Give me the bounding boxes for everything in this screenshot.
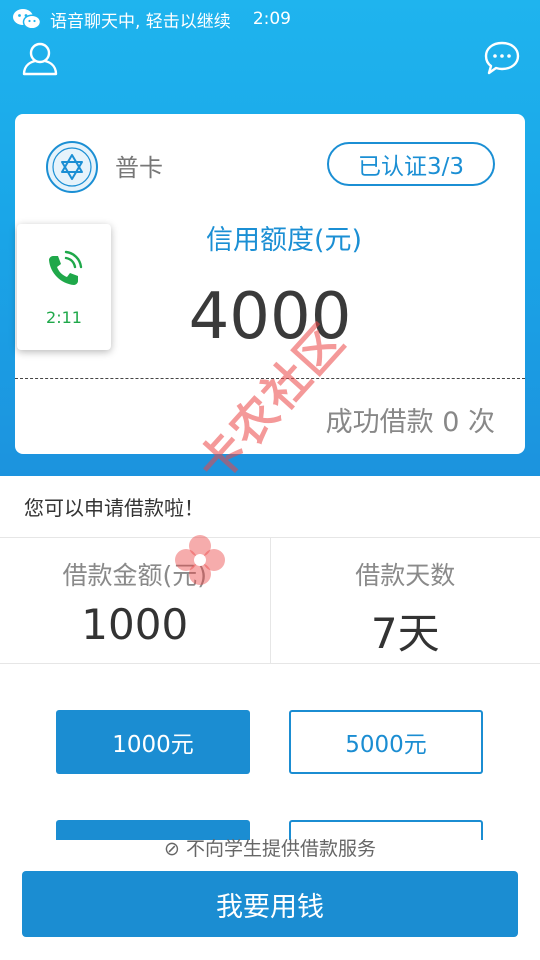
loan-days-section: 借款天数 7天 (269, 538, 540, 663)
loan-info: 借款金额(元) 1000 借款天数 7天 (0, 538, 540, 664)
success-loan-count: 成功借款 0 次 (325, 407, 495, 438)
status-bar: 语音聊天中, 轻击以继续 2:09 (12, 6, 291, 32)
status-time: 2:09 (252, 9, 291, 29)
loan-amount-value: 1000 (81, 600, 189, 649)
phone-icon (49, 250, 83, 285)
loan-days-value: 7天 (370, 609, 440, 658)
loan-amount-section: 借款金额(元) 1000 (0, 538, 270, 663)
star-badge-icon (46, 141, 98, 193)
student-service-text: 不向学生提供借款服务 (185, 838, 376, 860)
card-divider (15, 378, 525, 379)
loan-amount-label: 借款金额(元) (62, 561, 207, 590)
call-duration: 2:11 (46, 308, 82, 327)
student-service-notice: ⊘ 不向学生提供借款服务 (0, 834, 540, 861)
amount-options: 1000元 5000元 (0, 664, 540, 840)
card-tier: 普卡 (115, 154, 163, 182)
user-icon[interactable] (20, 38, 60, 78)
verification-badge[interactable]: 已认证3/3 (327, 142, 495, 186)
wechat-icon (13, 9, 42, 30)
amount-option-5000[interactable]: 5000元 (289, 710, 483, 774)
borrow-button[interactable]: 我要用钱 (22, 871, 518, 937)
loan-days-label: 借款天数 (355, 561, 456, 590)
voice-chat-notice[interactable]: 语音聊天中, 轻击以继续 (50, 7, 231, 32)
loan-notice: 您可以申请借款啦！ (0, 476, 540, 538)
call-overlay[interactable]: 2:11 (17, 224, 111, 350)
chat-bubble-icon[interactable] (482, 38, 522, 78)
amount-option-1000[interactable]: 1000元 (56, 710, 250, 774)
prohibited-icon: ⊘ (164, 838, 180, 860)
